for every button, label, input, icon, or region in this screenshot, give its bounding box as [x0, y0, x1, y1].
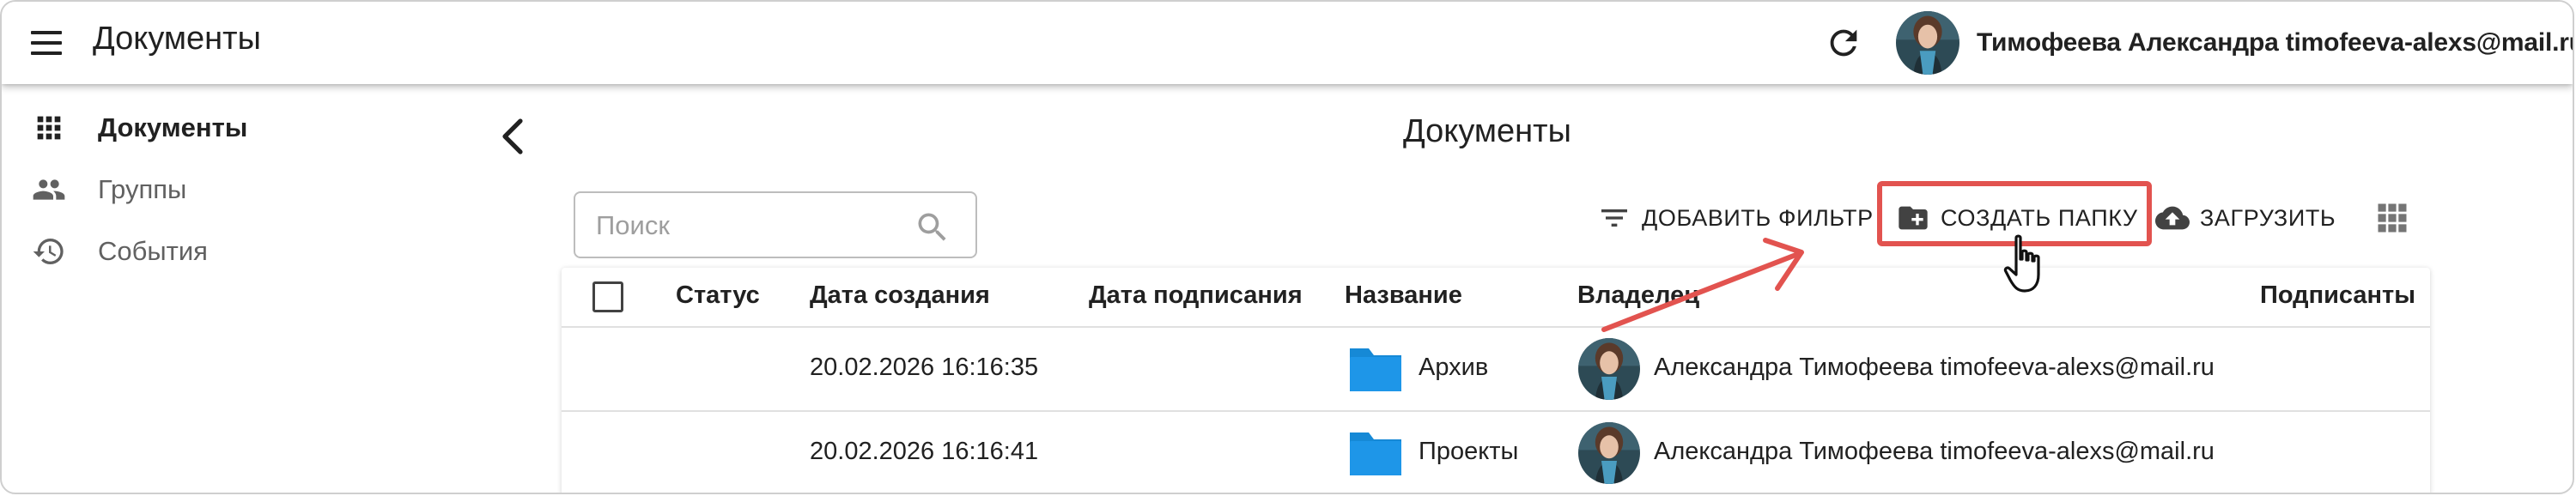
app-window: Документы Тимофеева Александра timofeeva…: [0, 0, 2574, 494]
search-icon[interactable]: [914, 209, 951, 246]
people-icon: [33, 179, 65, 200]
upload-label: ЗАГРУЗИТЬ: [2200, 204, 2336, 231]
cell-owner: Александра Тимофеева timofeeva-alexs@mai…: [1654, 438, 2215, 465]
page-title: Документы: [1403, 113, 1571, 149]
history-icon: [33, 239, 64, 264]
refresh-icon[interactable]: [1824, 23, 1863, 63]
column-header-owner[interactable]: Владелец: [1577, 281, 1699, 310]
sidebar-item-label: Группы: [98, 174, 187, 204]
documents-table: Статус Дата создания Дата подписания Наз…: [562, 268, 2430, 493]
cell-name[interactable]: Проекты: [1419, 438, 1518, 466]
folder-icon: [1350, 432, 1401, 475]
create-folder-label: СОЗДАТЬ ПАПКУ: [1941, 204, 2138, 231]
add-filter-label: ДОБАВИТЬ ФИЛЬТР: [1642, 204, 1874, 231]
cell-owner: Александра Тимофеева timofeeva-alexs@mai…: [1654, 354, 2215, 381]
sidebar-item-groups[interactable]: Группы: [2, 164, 483, 215]
table-row[interactable]: 20.02.2026 16:16:41 Проекты Александра Т…: [562, 412, 2430, 493]
column-header-signed[interactable]: Дата подписания: [1089, 281, 1303, 310]
cloud-upload-icon: [2155, 206, 2190, 230]
sidebar-item-events[interactable]: События: [2, 226, 483, 277]
chevron-left-icon[interactable]: [496, 115, 531, 158]
app-title: Документы: [93, 21, 261, 57]
sidebar-item-documents[interactable]: Документы: [2, 102, 483, 154]
table-row[interactable]: 20.02.2026 16:16:35 Архив Александра Тим…: [562, 328, 2430, 412]
hand-cursor-icon: [2003, 234, 2040, 293]
sidebar: Документы Группы События: [2, 84, 551, 493]
upload-button[interactable]: ЗАГРУЗИТЬ: [2155, 196, 2336, 240]
folder-icon: [1350, 348, 1401, 391]
search-input[interactable]: [596, 205, 905, 246]
cell-name[interactable]: Архив: [1419, 354, 1488, 382]
sidebar-item-label: Документы: [98, 112, 248, 142]
select-all-checkbox[interactable]: [592, 281, 623, 312]
avatar: [1578, 422, 1640, 484]
cell-created: 20.02.2026 16:16:41: [810, 438, 1039, 465]
search-field[interactable]: [574, 191, 977, 258]
column-header-signers[interactable]: Подписанты: [2260, 281, 2415, 310]
sidebar-item-label: События: [98, 236, 208, 266]
column-header-created[interactable]: Дата создания: [810, 281, 990, 310]
user-name: Тимофеева Александра timofeeva-alexs@mai…: [1977, 28, 2574, 57]
column-header-status[interactable]: Статус: [676, 281, 760, 310]
grid-view-icon[interactable]: [2373, 199, 2411, 237]
user-menu[interactable]: Тимофеева Александра timofeeva-alexs@mai…: [1896, 10, 2574, 76]
menu-icon[interactable]: [27, 24, 65, 62]
app-bar: Документы Тимофеева Александра timofeeva…: [2, 2, 2573, 84]
add-filter-button[interactable]: ДОБАВИТЬ ФИЛЬТР: [1597, 196, 1874, 240]
filter-icon: [1601, 209, 1627, 227]
cell-created: 20.02.2026 16:16:35: [810, 354, 1039, 381]
create-folder-icon: [1899, 206, 1928, 230]
avatar: [1578, 338, 1640, 400]
column-header-name[interactable]: Название: [1345, 281, 1462, 310]
apps-grid-icon: [37, 116, 61, 140]
avatar: [1896, 11, 1959, 75]
table-header: Статус Дата создания Дата подписания Наз…: [562, 268, 2430, 328]
